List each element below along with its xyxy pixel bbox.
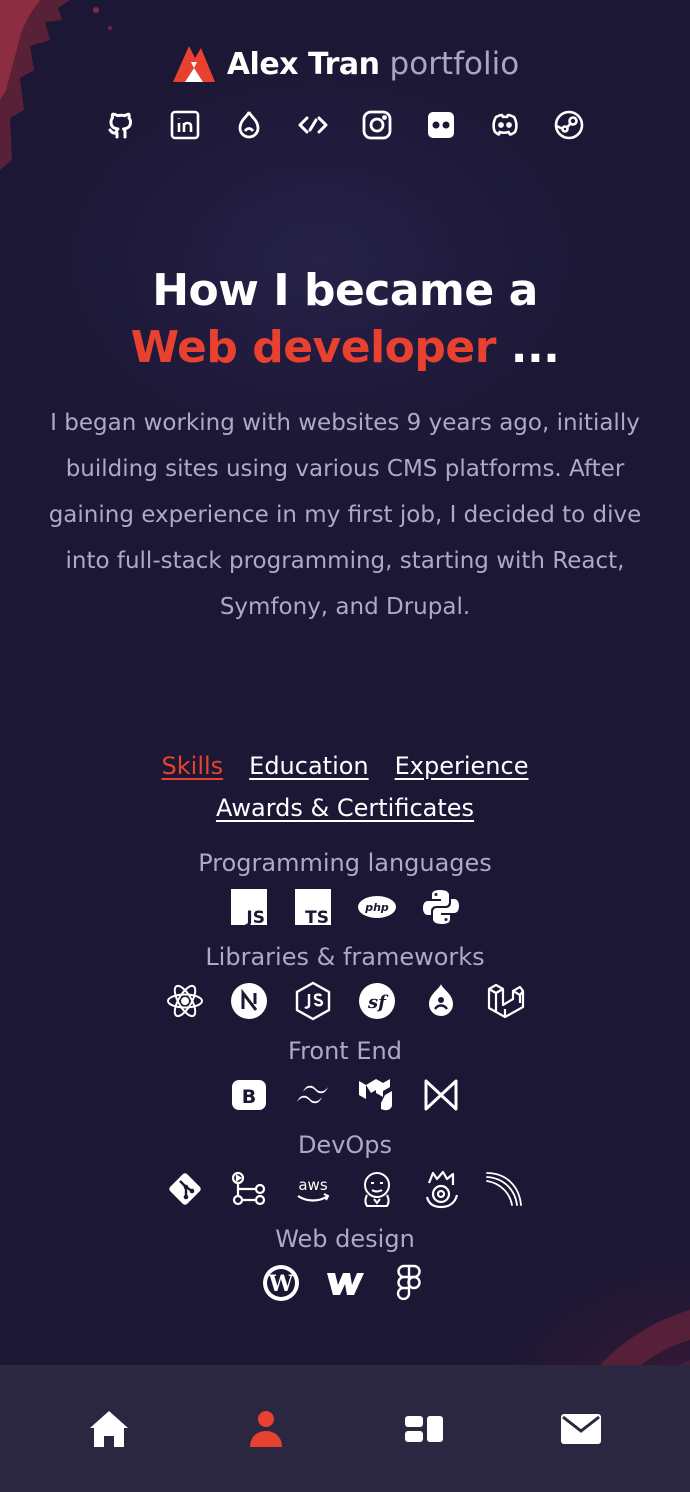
skill-group-devops: DevOps aws xyxy=(0,1127,690,1209)
home-icon[interactable] xyxy=(79,1399,139,1459)
svg-text:JS: JS xyxy=(245,908,265,927)
skill-group-front-end: Front End B xyxy=(0,1033,690,1115)
typescript-icon: TS xyxy=(293,887,333,927)
brand[interactable]: Alex Tran portfolio xyxy=(0,40,690,88)
stackexchange-icon[interactable] xyxy=(296,108,330,142)
git-icon xyxy=(165,1169,205,1209)
tab-awards-certificates[interactable]: Awards & Certificates xyxy=(216,794,474,822)
skill-group-title: DevOps xyxy=(297,1131,393,1159)
skill-group-libraries-frameworks: Libraries & frameworks sf xyxy=(0,939,690,1021)
tab-education[interactable]: Education xyxy=(249,752,368,780)
skill-group-title: Front End xyxy=(288,1037,402,1065)
svg-text:B: B xyxy=(242,1086,256,1108)
nodejs-icon xyxy=(293,981,333,1021)
svg-text:aws: aws xyxy=(298,1176,327,1194)
title-accent: Web developer xyxy=(130,322,497,373)
figma-icon xyxy=(389,1263,429,1303)
webflow-icon xyxy=(325,1263,365,1303)
nextjs-icon xyxy=(229,981,269,1021)
brand-name: Alex Tran xyxy=(226,46,380,82)
social-links xyxy=(0,108,690,142)
svg-text:TS: TS xyxy=(305,908,329,927)
kubernetes-helm-icon xyxy=(421,1169,461,1209)
mui-icon xyxy=(357,1075,397,1115)
symfony-icon: sf xyxy=(357,981,397,1021)
javascript-icon: JS xyxy=(229,887,269,927)
section-tabs: Skills Education Experience Awards & Cer… xyxy=(0,745,690,829)
flickr-icon[interactable] xyxy=(424,108,458,142)
user-icon[interactable] xyxy=(236,1399,296,1459)
bootstrap-icon: B xyxy=(229,1075,269,1115)
site-header: Alex Tran portfolio xyxy=(0,40,690,142)
drupal-icon[interactable] xyxy=(232,108,266,142)
skill-group-title: Web design xyxy=(275,1225,415,1253)
instagram-icon[interactable] xyxy=(360,108,394,142)
tailwind-icon xyxy=(293,1075,333,1115)
github-actions-icon xyxy=(229,1169,269,1209)
drupal-icon xyxy=(421,981,461,1021)
projects-grid-icon[interactable] xyxy=(394,1399,454,1459)
fox-logo-icon xyxy=(172,46,215,82)
svg-text:sf: sf xyxy=(367,992,389,1013)
steam-icon[interactable] xyxy=(552,108,586,142)
mantine-icon xyxy=(421,1075,461,1115)
bottom-navigation xyxy=(0,1365,690,1492)
railway-icon xyxy=(485,1169,525,1209)
tab-skills[interactable]: Skills xyxy=(162,752,224,780)
linkedin-icon[interactable] xyxy=(168,108,202,142)
aws-icon: aws xyxy=(293,1169,333,1209)
brand-subtitle: portfolio xyxy=(389,46,520,82)
page-title: How I became a Web developer ... xyxy=(0,262,690,376)
svg-text:php: php xyxy=(364,901,389,914)
title-ellipsis: ... xyxy=(495,322,560,373)
intro-paragraph: I began working with websites 9 years ag… xyxy=(48,410,642,620)
skill-group-programming-languages: Programming languages JS TS php xyxy=(0,845,690,927)
tab-experience[interactable]: Experience xyxy=(395,752,529,780)
hero: How I became a Web developer ... xyxy=(0,262,690,376)
title-line-1: How I became a xyxy=(152,265,538,316)
discord-icon[interactable] xyxy=(488,108,522,142)
laravel-icon xyxy=(485,981,525,1021)
python-icon xyxy=(421,887,461,927)
jenkins-icon xyxy=(357,1169,397,1209)
php-icon: php xyxy=(357,887,397,927)
github-icon[interactable] xyxy=(104,108,138,142)
skills-panel: Programming languages JS TS php Librarie… xyxy=(0,845,690,1315)
wordpress-icon: W xyxy=(261,1263,301,1303)
react-icon xyxy=(165,981,205,1021)
svg-text:W: W xyxy=(268,1271,294,1297)
skill-group-web-design: Web design W xyxy=(0,1221,690,1303)
skill-group-title: Libraries & frameworks xyxy=(205,943,485,971)
mail-icon[interactable] xyxy=(551,1399,611,1459)
skill-group-title: Programming languages xyxy=(198,849,492,877)
